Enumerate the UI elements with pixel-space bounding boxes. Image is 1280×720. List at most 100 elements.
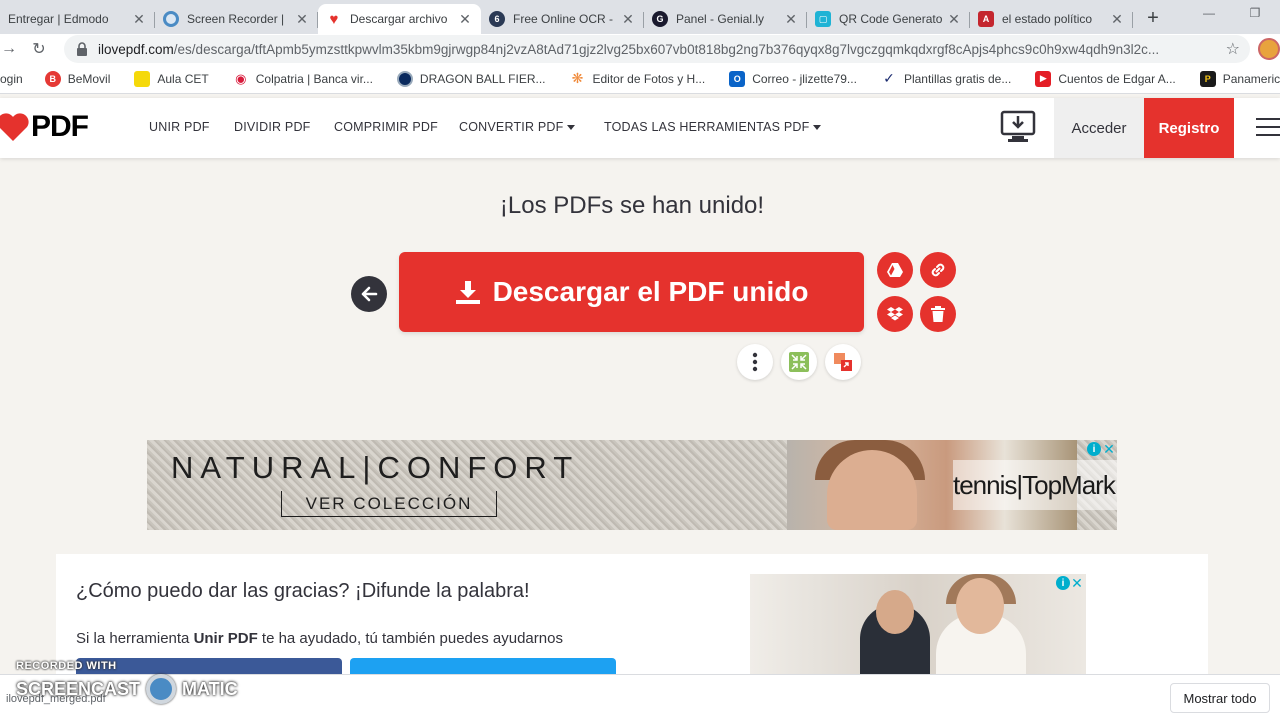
copy-link-button[interactable] xyxy=(920,252,956,288)
trash-icon xyxy=(931,306,945,322)
ad-info-icon[interactable]: i xyxy=(1087,442,1101,456)
tab-strip: Entregar | Edmodo ✕ Screen Recorder | ✕ … xyxy=(0,0,1280,34)
desktop-download-icon[interactable] xyxy=(1000,110,1036,144)
tab-screen-recorder[interactable]: Screen Recorder | ✕ xyxy=(155,4,318,34)
tab-title: Panel - Genial.ly xyxy=(676,12,765,26)
back-button[interactable] xyxy=(351,276,387,312)
delete-button[interactable] xyxy=(920,296,956,332)
bookmark-dragon-ball[interactable]: DRAGON BALL FIER... xyxy=(396,70,546,87)
compress-icon xyxy=(789,352,809,372)
organize-icon xyxy=(834,353,852,371)
photo-editor-icon: ❋ xyxy=(569,70,586,87)
tab-free-online-ocr[interactable]: 6 Free Online OCR - ✕ xyxy=(481,4,644,34)
watermark-recorded-with: RECORDED WITH xyxy=(16,660,117,672)
bookmark-colpatria[interactable]: ◉ Colpatria | Banca vir... xyxy=(232,70,373,87)
download-icon xyxy=(455,281,480,304)
bookmark-label: Cuentos de Edgar A... xyxy=(1058,71,1176,86)
organize-pdf-button[interactable] xyxy=(825,344,861,380)
more-options-button[interactable] xyxy=(737,344,773,380)
bookmark-correo[interactable]: O Correo - jlizette79... xyxy=(729,70,857,87)
download-pdf-button[interactable]: Descargar el PDF unido xyxy=(399,252,864,332)
close-icon[interactable]: ✕ xyxy=(946,11,962,27)
ad-person-head xyxy=(876,590,914,634)
google-drive-button[interactable] xyxy=(877,252,913,288)
google-drive-icon xyxy=(887,263,903,277)
nav-convertir-pdf[interactable]: CONVERTIR PDF xyxy=(459,120,576,134)
share-title: ¿Cómo puedo dar las gracias? ¡Difunde la… xyxy=(76,580,530,602)
bookmark-cuentos[interactable]: ▶ Cuentos de Edgar A... xyxy=(1035,70,1176,87)
bookmark-label: Editor de Fotos y H... xyxy=(592,71,706,86)
ad-banner[interactable]: NATURAL|CONFORT VER COLECCIÓN tennis|Top… xyxy=(147,440,1117,530)
bookmark-editor-fotos[interactable]: ❋ Editor de Fotos y H... xyxy=(569,70,706,87)
nav-unir-pdf[interactable]: UNIR PDF xyxy=(149,120,210,134)
share-text: Si la herramienta Unir PDF te ha ayudado… xyxy=(76,630,563,647)
compress-pdf-button[interactable] xyxy=(781,344,817,380)
tab-genially[interactable]: G Panel - Genial.ly ✕ xyxy=(644,4,807,34)
reload-icon[interactable]: ↻ xyxy=(26,36,52,62)
screencast-ring-icon xyxy=(146,674,177,704)
ad-cta-label: VER COLECCIÓN xyxy=(305,493,473,513)
bemovil-icon: B xyxy=(44,70,61,87)
dropbox-button[interactable] xyxy=(877,296,913,332)
tab-qr-code[interactable]: ▢ QR Code Generato ✕ xyxy=(807,4,970,34)
tab-title: Descargar archivo xyxy=(350,12,448,26)
minimize-icon[interactable]: — xyxy=(1186,0,1232,26)
close-icon[interactable]: ✕ xyxy=(1109,11,1125,27)
ad-close-icon[interactable]: ✕ xyxy=(1102,441,1116,457)
tab-estado-politico[interactable]: A el estado político ✕ xyxy=(970,4,1133,34)
arrow-left-icon xyxy=(361,286,378,302)
tab-descargar-archivo[interactable]: ♥ Descargar archivo ✕ xyxy=(318,4,481,34)
browser-toolbar: → ↻ ilovepdf.com/es/descarga/tftApmb5ymz… xyxy=(0,34,1280,64)
bookmark-bemovil[interactable]: B BeMovil xyxy=(44,70,110,87)
bookmark-label: DRAGON BALL FIER... xyxy=(419,71,546,86)
close-icon[interactable]: ✕ xyxy=(783,11,799,27)
close-icon[interactable]: ✕ xyxy=(457,11,473,27)
tab-edmodo[interactable]: Entregar | Edmodo ✕ xyxy=(0,4,155,34)
ad-close-icon[interactable]: ✕ xyxy=(1070,575,1084,591)
star-icon[interactable]: ☆ xyxy=(1226,39,1240,59)
restore-icon[interactable]: ❐ xyxy=(1232,0,1278,26)
bookmark-aula-cet[interactable]: Aula CET xyxy=(134,70,209,87)
register-button[interactable]: Registro xyxy=(1144,98,1234,158)
ad-cta-button[interactable]: VER COLECCIÓN xyxy=(281,491,497,517)
ad-person-head xyxy=(956,578,1004,634)
forward-icon[interactable]: → xyxy=(0,36,22,62)
url-path: /es/descarga/tftApmb5ymzsttkpwvlm35kbm9g… xyxy=(173,41,1160,57)
bookmark-login[interactable]: ogin xyxy=(0,72,23,86)
url-domain: ilovepdf.com xyxy=(98,41,174,57)
ilovepdf-logo[interactable]: PDF xyxy=(0,110,89,144)
dropbox-icon xyxy=(887,307,903,321)
tab-title: Screen Recorder | xyxy=(187,12,285,26)
bookmark-label: Correo - jlizette79... xyxy=(752,71,857,86)
screencast-icon xyxy=(163,11,179,27)
bookmark-plantillas[interactable]: ✓ Plantillas gratis de... xyxy=(880,70,1011,87)
profile-avatar[interactable] xyxy=(1258,38,1280,60)
show-all-downloads-button[interactable]: Mostrar todo xyxy=(1170,683,1270,713)
menu-icon[interactable] xyxy=(1256,118,1280,138)
nav-comprimir-pdf[interactable]: COMPRIMIR PDF xyxy=(334,120,438,134)
close-icon[interactable]: ✕ xyxy=(294,11,310,27)
bookmark-panamericana[interactable]: P Panamericana Libre... xyxy=(1199,70,1280,87)
logo-text: PDF xyxy=(31,110,89,143)
bookmark-label: Aula CET xyxy=(157,71,209,86)
nav-label: TODAS LAS HERRAMIENTAS PDF xyxy=(604,120,810,134)
address-bar[interactable]: ilovepdf.com/es/descarga/tftApmb5ymzsttk… xyxy=(64,35,1250,63)
caret-down-icon xyxy=(813,125,822,131)
bookmarks-bar: ogin B BeMovil Aula CET ◉ Colpatria | Banc… xyxy=(0,64,1280,94)
login-button[interactable]: Acceder xyxy=(1054,98,1144,158)
close-icon[interactable]: ✕ xyxy=(131,11,147,27)
nav-todas-herramientas[interactable]: TODAS LAS HERRAMIENTAS PDF xyxy=(604,120,822,134)
nav-dividir-pdf[interactable]: DIVIDIR PDF xyxy=(234,120,311,134)
share-text-pre: Si la herramienta xyxy=(76,630,194,647)
qr-icon: ▢ xyxy=(815,11,831,27)
bookmark-label: ogin xyxy=(0,71,23,86)
side-ad[interactable] xyxy=(750,574,1086,680)
link-icon xyxy=(931,263,945,277)
new-tab-button[interactable]: + xyxy=(1139,4,1167,32)
colpatria-icon: ◉ xyxy=(232,70,249,87)
site-header: PDF UNIR PDF DIVIDIR PDF COMPRIMIR PDF C… xyxy=(0,98,1280,158)
close-icon[interactable]: ✕ xyxy=(620,11,636,27)
ad-info-icon[interactable]: i xyxy=(1056,576,1070,590)
panamericana-icon: P xyxy=(1199,70,1216,87)
tab-title: el estado político xyxy=(1002,12,1093,26)
